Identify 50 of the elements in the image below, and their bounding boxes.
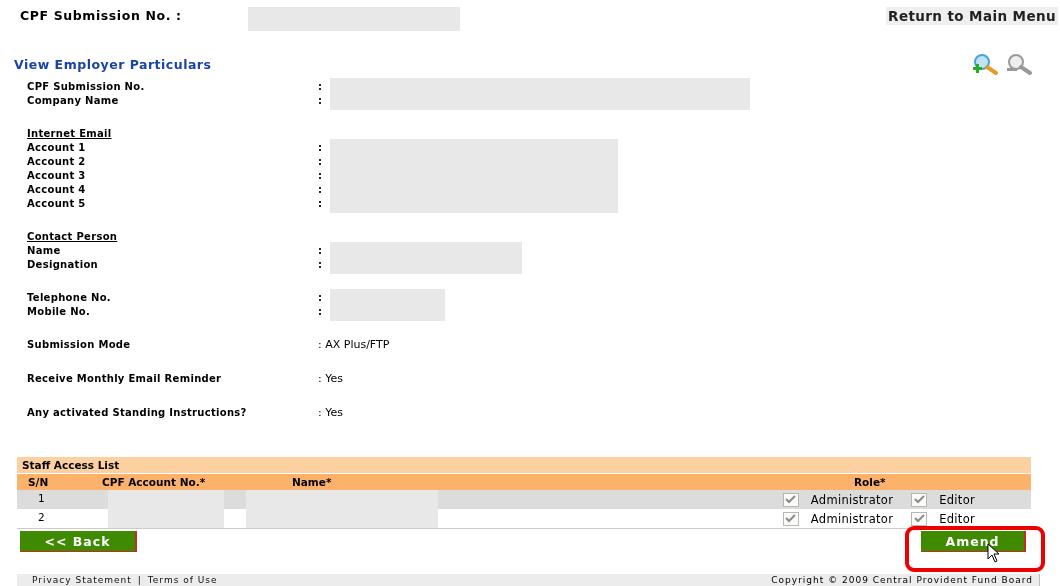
field-separator: : — [318, 141, 323, 155]
return-main-menu-link[interactable]: Return to Main Menu — [886, 7, 1058, 25]
role-label: Administrator — [810, 492, 894, 507]
column-header: CPF Account No.* — [102, 475, 207, 490]
field-label: Telephone No. — [27, 291, 112, 305]
amend-button[interactable]: Amend — [921, 531, 1026, 552]
field-label: Account 2 — [27, 155, 87, 169]
column-header: Name* — [291, 475, 333, 490]
field-separator: : — [318, 244, 323, 258]
role-label: Editor — [939, 492, 975, 507]
field-separator: : — [318, 305, 323, 319]
role-label: Editor — [939, 511, 975, 526]
field-label: Account 5 — [27, 197, 87, 211]
field-separator: : — [318, 155, 323, 169]
field-separator: : — [318, 197, 323, 211]
field-label: Company Name — [27, 94, 120, 108]
field-value: : Yes — [318, 406, 344, 420]
table-cell-text: 1 — [37, 491, 46, 506]
field-separator: : — [318, 183, 323, 197]
field-label: CPF Submission No. — [27, 80, 146, 94]
field-value: : AX Plus/FTP — [318, 338, 391, 352]
group-heading: Contact Person — [27, 230, 119, 244]
field-label: Account 1 — [27, 141, 87, 155]
footer-link[interactable]: Privacy Statement — [32, 575, 132, 585]
field-label: Submission Mode — [27, 338, 132, 352]
field-value: : Yes — [318, 372, 344, 386]
field-label: Mobile No. — [27, 305, 92, 319]
column-header: S/N — [27, 475, 50, 490]
column-header: Role* — [853, 475, 887, 490]
field-label: Account 3 — [27, 169, 87, 183]
section-title: View Employer Particulars — [14, 56, 212, 72]
field-separator: : — [318, 169, 323, 183]
footer-link[interactable]: Terms of Use — [147, 575, 218, 585]
submission-number-label: CPF Submission No. : — [20, 8, 183, 23]
field-separator: : — [318, 94, 323, 108]
field-label: Name — [27, 244, 62, 258]
copyright-text: Copyright © 2009 Central Provident Fund Board — [771, 575, 1033, 585]
link-separator: | — [137, 575, 142, 585]
field-separator: : — [318, 291, 323, 305]
field-separator: : — [318, 80, 323, 94]
back-button[interactable]: << Back — [20, 531, 137, 552]
field-label: Designation — [27, 258, 99, 272]
field-label: Any activated Standing Instructions? — [27, 406, 248, 420]
table-cell-text: 2 — [37, 510, 46, 525]
field-separator: : — [318, 258, 323, 272]
table-title: Staff Access List — [17, 457, 1031, 473]
field-label: Receive Monthly Email Reminder — [27, 372, 223, 386]
field-label: Account 4 — [27, 183, 87, 197]
group-heading: Internet Email — [27, 127, 113, 141]
role-label: Administrator — [810, 511, 894, 526]
